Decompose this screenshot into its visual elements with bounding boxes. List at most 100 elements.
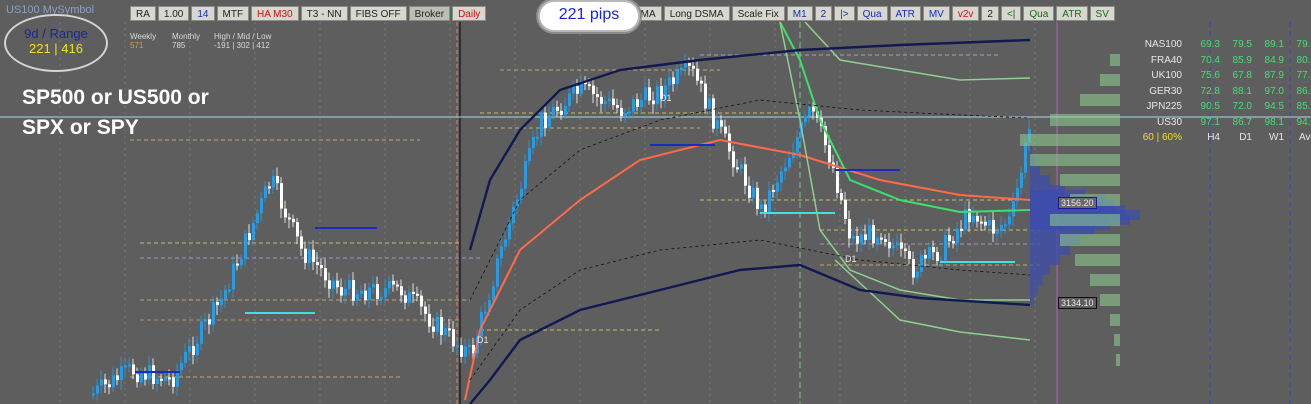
candle-body: [972, 215, 975, 223]
candle-body: [288, 217, 291, 220]
toolbar-button[interactable]: Daily: [452, 6, 487, 21]
toolbar-button[interactable]: SV: [1089, 6, 1115, 21]
candle-body: [868, 225, 871, 240]
toolbar-button[interactable]: Qua: [1023, 6, 1055, 21]
toolbar-button[interactable]: FIBS OFF: [349, 6, 407, 21]
candle-body: [1004, 224, 1007, 227]
price-chart[interactable]: [0, 0, 1311, 404]
candle-body: [172, 377, 175, 387]
candle-body: [932, 247, 935, 253]
candle-body: [256, 213, 259, 224]
candle-body: [784, 167, 787, 172]
candle-body: [152, 365, 155, 384]
candle-body: [724, 126, 727, 134]
toolbar-button[interactable]: Qua: [856, 6, 888, 21]
corr-value: 84.9: [1264, 54, 1284, 66]
candle-body: [200, 321, 203, 344]
candle-body: [840, 193, 843, 200]
candle-body: [408, 291, 411, 303]
candle-body: [568, 93, 571, 106]
stats-header-monthly: Monthly: [172, 32, 201, 41]
toolbar-button[interactable]: Long DSMA: [663, 6, 730, 21]
toolbar-button[interactable]: ATR: [889, 6, 921, 21]
corr-name: JPN225: [1146, 101, 1182, 112]
toolbar-button[interactable]: M1: [786, 6, 813, 21]
candle-body: [676, 70, 679, 84]
candle-body: [856, 236, 859, 244]
candle-body: [1024, 142, 1027, 173]
candle-body: [592, 85, 595, 95]
corr-value: 97.0: [1264, 85, 1284, 97]
candle-body: [396, 284, 399, 287]
volume-profile-bar: [1030, 225, 1095, 235]
candle-body: [492, 286, 495, 301]
candle-body: [916, 271, 919, 278]
toolbar-button[interactable]: 14: [191, 6, 215, 21]
band-line: [469, 263, 1031, 404]
toolbar-button[interactable]: HA M30: [251, 6, 299, 21]
corr-value: 67.8: [1232, 70, 1252, 81]
candle-body: [904, 248, 907, 252]
candle-body: [736, 167, 739, 170]
candle-body: [188, 346, 191, 352]
toolbar-button[interactable]: ATR: [1056, 6, 1088, 21]
candle-body: [524, 161, 527, 189]
candle-body: [732, 151, 735, 168]
toolbar-button[interactable]: <|: [1000, 6, 1022, 21]
candle-body: [196, 343, 199, 356]
candle-body: [92, 393, 95, 396]
candle-body: [988, 220, 991, 226]
candle-body: [184, 351, 187, 363]
candle-body: [576, 86, 579, 94]
candle-body: [560, 110, 563, 115]
corr-value: 89.1: [1264, 39, 1284, 50]
candle-body: [880, 237, 883, 240]
candle-body: [528, 148, 531, 162]
toolbar-button[interactable]: Broker: [408, 6, 451, 21]
toolbar-button[interactable]: RA: [130, 6, 156, 21]
toolbar-button[interactable]: 1.00: [157, 6, 190, 21]
candle-body: [544, 112, 547, 128]
candle-body: [844, 199, 847, 220]
candle-body: [208, 319, 211, 325]
corr-value: 94.5: [1264, 101, 1284, 112]
candle-body: [512, 206, 515, 224]
corr-value: 69.3: [1200, 39, 1220, 50]
candle-body: [348, 280, 351, 289]
candle-body: [204, 319, 207, 322]
toolbar-button[interactable]: 2: [814, 6, 833, 21]
corr-value: 86.0: [1296, 85, 1311, 97]
candle-body: [572, 86, 575, 94]
candle-body: [992, 220, 995, 234]
candle-body: [216, 301, 219, 306]
candle-body: [640, 99, 643, 107]
candle-body: [108, 384, 111, 388]
candle-body: [604, 101, 607, 104]
corr-value: 87.9: [1264, 70, 1284, 81]
toolbar-button[interactable]: Scale Fix: [731, 6, 785, 21]
volume-profile-bar: [1110, 314, 1120, 326]
toolbar-button[interactable]: 2: [981, 6, 999, 21]
toolbar-button[interactable]: MTF: [216, 6, 250, 21]
candle-body: [296, 222, 299, 237]
candle-body: [912, 258, 915, 278]
candle-body: [628, 111, 631, 114]
corr-name: NAS100: [1144, 39, 1182, 50]
candle-body: [220, 299, 223, 306]
toolbar-button[interactable]: MV: [922, 6, 950, 21]
toolbar-button[interactable]: v2v: [951, 6, 980, 21]
corr-value: 86.7: [1232, 116, 1252, 128]
candle-body: [892, 245, 895, 249]
toolbar-button[interactable]: |>: [834, 6, 855, 21]
candle-body: [324, 268, 327, 281]
band-line: [804, 21, 1031, 81]
candle-body: [696, 68, 699, 81]
toolbar-button[interactable]: T3 - NN: [300, 6, 348, 21]
candle-body: [796, 137, 799, 153]
candle-body: [228, 289, 231, 292]
candle-body: [504, 239, 507, 247]
candle-body: [96, 385, 99, 394]
candle-body: [888, 241, 891, 249]
candle-body: [596, 94, 599, 98]
candle-body: [612, 98, 615, 106]
